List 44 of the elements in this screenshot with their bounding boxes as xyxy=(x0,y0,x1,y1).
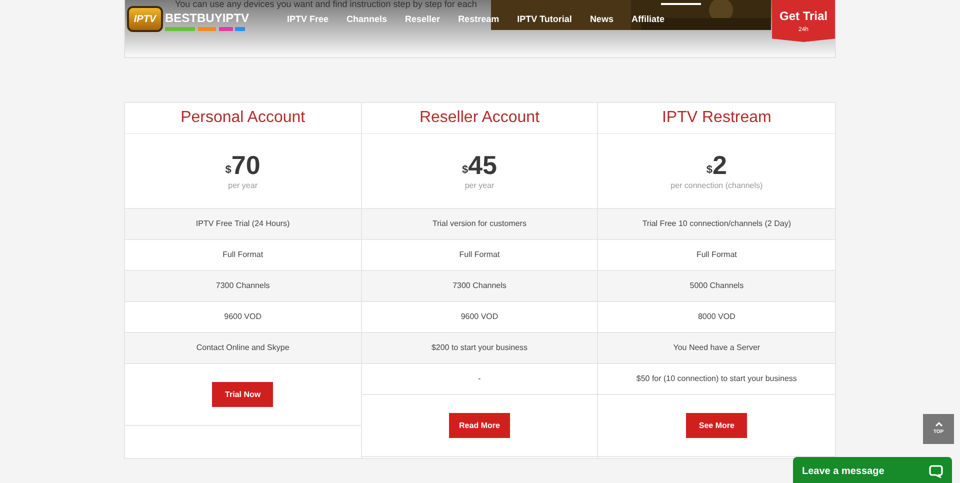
nav-link[interactable]: Affiliate xyxy=(631,13,664,28)
plan-price: 70 xyxy=(231,152,260,178)
plan-price: 45 xyxy=(468,152,498,178)
currency-sign: $ xyxy=(706,165,712,176)
plan-price: 2 xyxy=(712,152,727,178)
feature-text: 9600 VOD xyxy=(460,311,498,323)
nav-link[interactable]: IPTV Tutorial xyxy=(517,13,572,28)
plan-title: Personal Account xyxy=(180,108,306,128)
chat-bubble-icon xyxy=(929,464,943,478)
plan-button[interactable]: Read More xyxy=(448,413,510,438)
feature-text: 5000 Channels xyxy=(690,280,744,292)
chevron-up-icon xyxy=(934,422,942,427)
feature-text: Full Format xyxy=(222,249,264,261)
feature-text: 7300 Channels xyxy=(452,280,506,292)
currency-sign: $ xyxy=(225,165,232,176)
feature-text: Trial Free 10 connection/channels (2 Day) xyxy=(642,218,791,230)
plan-title: IPTV Restream xyxy=(662,108,772,128)
currency-sign: $ xyxy=(462,165,468,176)
feature-text: - xyxy=(478,373,481,385)
feature-text: 9600 VOD xyxy=(224,311,262,323)
feature-text: Full Format xyxy=(696,249,737,261)
feature-text: $200 to start your business xyxy=(431,342,528,354)
plan-period: per year xyxy=(228,180,258,192)
plan-button[interactable]: See More xyxy=(686,413,748,438)
feature-text: 8000 VOD xyxy=(698,311,736,323)
logo-name: BESTBUYIPTV xyxy=(165,12,250,24)
get-trial-label: Get Trial xyxy=(779,10,828,22)
plan-title: Reseller Account xyxy=(419,108,540,128)
intro-text: You can use any devices you want and find instruction step by step for each xyxy=(175,0,477,9)
feature-text: IPTV Free Trial (24 Hours) xyxy=(196,218,290,230)
feature-text: 7300 Channels xyxy=(216,280,270,292)
feature-text: You Need have a Server xyxy=(673,342,760,354)
feature-text: Full Format xyxy=(459,249,500,261)
nav-link[interactable]: Reseller xyxy=(405,13,440,28)
feature-text: Contact Online and Skype xyxy=(196,342,290,354)
plan-period: per connection (channels) xyxy=(670,180,763,192)
plan-period: per year xyxy=(464,180,494,192)
feature-text: Trial version for customers xyxy=(432,218,526,230)
plan-button[interactable]: Trial Now xyxy=(212,382,274,407)
nav-link[interactable]: IPTV Free xyxy=(287,13,329,28)
feature-text: $50 for (10 connection) to start your business xyxy=(636,373,797,385)
logo-badge: IPTV xyxy=(127,6,163,32)
chat-button[interactable]: Leave a message xyxy=(793,457,952,483)
nav-link[interactable]: News xyxy=(590,13,614,28)
